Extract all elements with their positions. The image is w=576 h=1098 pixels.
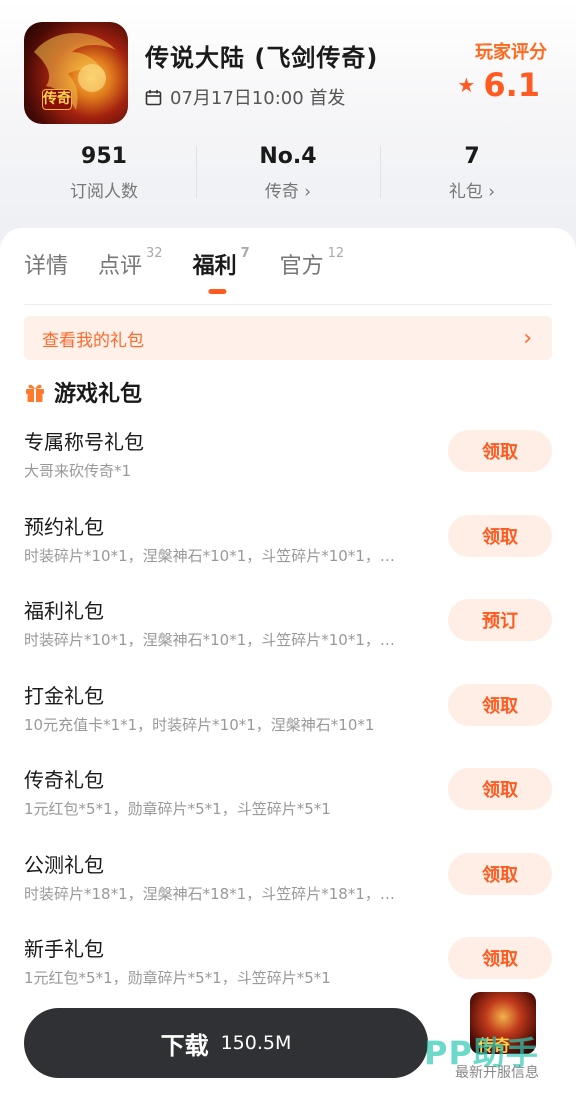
stat-value: No.4 — [259, 144, 317, 169]
app-title: 传说大陆 (飞剑传奇) — [145, 44, 379, 72]
icon-badge-text: 传奇 — [42, 89, 72, 110]
gift-name: 公测礼包 — [24, 852, 104, 877]
gift-desc: 时装碎片*10*1，涅槃神石*10*1，斗笠碎片*10*1，… — [24, 631, 395, 649]
tab-count: 32 — [146, 246, 163, 261]
tab-label: 福利 — [192, 254, 237, 279]
gift-desc: 大哥来砍传奇*1 — [24, 462, 132, 480]
claim-button[interactable]: 领取 — [448, 683, 552, 726]
gift-name: 传奇礼包 — [24, 768, 104, 792]
tab-details[interactable]: 详情 — [24, 248, 68, 288]
tab-count: 7 — [240, 246, 250, 261]
download-label: 下载 — [160, 1031, 209, 1060]
tab-bar: 详情 点评 32 福利 7 官方 12 — [24, 246, 374, 294]
gift-list: 专属称号礼包 大哥来砍传奇*1 领取 预约礼包 时装碎片*10*1，涅槃神石*1… — [24, 424, 552, 1016]
claim-button[interactable]: 领取 — [448, 430, 552, 472]
gift-desc: 10元充值卡*1*1，时装碎片*10*1，涅槃神石*10*1 — [24, 715, 375, 734]
tab-count: 12 — [327, 246, 345, 261]
stat-label: 传奇 › — [264, 182, 312, 202]
gift-name: 专属称号礼包 — [24, 430, 144, 454]
claim-button[interactable]: 领取 — [448, 768, 552, 810]
section-title-text: 游戏礼包 — [54, 382, 143, 407]
gift-desc: 时装碎片*18*1，涅槃神石*18*1，斗笠碎片*18*1，… — [24, 884, 395, 903]
stat-value: 951 — [81, 144, 127, 169]
rating-label: 玩家评分 — [475, 42, 547, 63]
tab-official[interactable]: 官方 12 — [279, 246, 345, 288]
tab-label: 官方 — [279, 254, 324, 279]
gift-icon — [26, 384, 44, 402]
list-item: 传奇礼包 1元红包*5*1，勋章碎片*5*1，斗笠碎片*5*1 领取 — [24, 762, 552, 847]
stat-value: 7 — [464, 144, 480, 169]
server-info-link[interactable]: 最新开服信息 — [455, 1062, 539, 1082]
stat-ranking[interactable]: No.4 传奇 › — [196, 140, 380, 204]
gift-desc: 1元红包*5*1，勋章碎片*5*1，斗笠碎片*5*1 — [24, 800, 331, 818]
tab-welfare[interactable]: 福利 7 — [192, 246, 250, 294]
dragon-icon — [34, 32, 116, 110]
star-icon: ★ — [457, 73, 476, 97]
my-gifts-link[interactable]: 查看我的礼包 › — [24, 316, 552, 360]
my-gifts-label: 查看我的礼包 — [42, 330, 144, 351]
calendar-icon — [145, 89, 162, 105]
gift-desc: 时装碎片*10*1，涅槃神石*10*1，斗笠碎片*10*1，… — [24, 546, 395, 565]
divider — [24, 304, 552, 305]
gift-name: 新手礼包 — [24, 937, 104, 961]
gift-name: 预约礼包 — [24, 514, 104, 539]
rating-value: 6.1 — [483, 66, 540, 104]
download-size: 150.5M — [220, 1032, 292, 1054]
tab-label: 点评 — [98, 254, 143, 279]
list-item: 打金礼包 10元充值卡*1*1，时装碎片*10*1，涅槃神石*10*1 领取 — [24, 678, 552, 763]
content-card: 详情 点评 32 福利 7 官方 12 查看我的礼包 › 游戏礼包 专属称号礼包… — [0, 228, 576, 1098]
list-item: 福利礼包 时装碎片*10*1，涅槃神石*10*1，斗笠碎片*10*1，… 预订 — [24, 593, 552, 678]
gift-name: 福利礼包 — [24, 599, 104, 623]
stat-label: 订阅人数 — [70, 182, 138, 202]
stats-bar: 951 订阅人数 No.4 传奇 › 7 礼包 › — [12, 140, 564, 204]
list-item: 专属称号礼包 大哥来砍传奇*1 领取 — [24, 424, 552, 509]
stat-gifts[interactable]: 7 礼包 › — [380, 140, 564, 204]
list-item: 预约礼包 时装碎片*10*1，涅槃神石*10*1，斗笠碎片*10*1，… 领取 — [24, 509, 552, 594]
chevron-right-icon: › — [523, 325, 532, 351]
claim-button[interactable]: 领取 — [448, 937, 552, 979]
claim-button[interactable]: 领取 — [448, 514, 552, 557]
tab-active-indicator — [208, 289, 227, 294]
reserve-button[interactable]: 预订 — [448, 599, 552, 641]
release-text: 07月17日10:00 首发 — [170, 88, 346, 109]
rating-score: ★ 6.1 — [457, 66, 540, 104]
list-item: 公测礼包 时装碎片*18*1，涅槃神石*18*1，斗笠碎片*18*1，… 领取 — [24, 847, 552, 932]
section-title: 游戏礼包 — [24, 376, 142, 408]
stat-subscribers: 951 订阅人数 — [12, 140, 196, 204]
claim-button[interactable]: 领取 — [448, 852, 552, 895]
tab-label: 详情 — [24, 254, 69, 279]
gift-desc: 1元红包*5*1，勋章碎片*5*1，斗笠碎片*5*1 — [24, 969, 331, 987]
tab-reviews[interactable]: 点评 32 — [98, 246, 163, 288]
release-info: 07月17日10:00 首发 — [145, 84, 345, 110]
gift-name: 打金礼包 — [24, 683, 104, 708]
download-button[interactable]: 下载 150.5M — [24, 1008, 428, 1078]
app-icon: 传奇 — [24, 22, 128, 124]
stat-label: 礼包 › — [448, 182, 496, 202]
